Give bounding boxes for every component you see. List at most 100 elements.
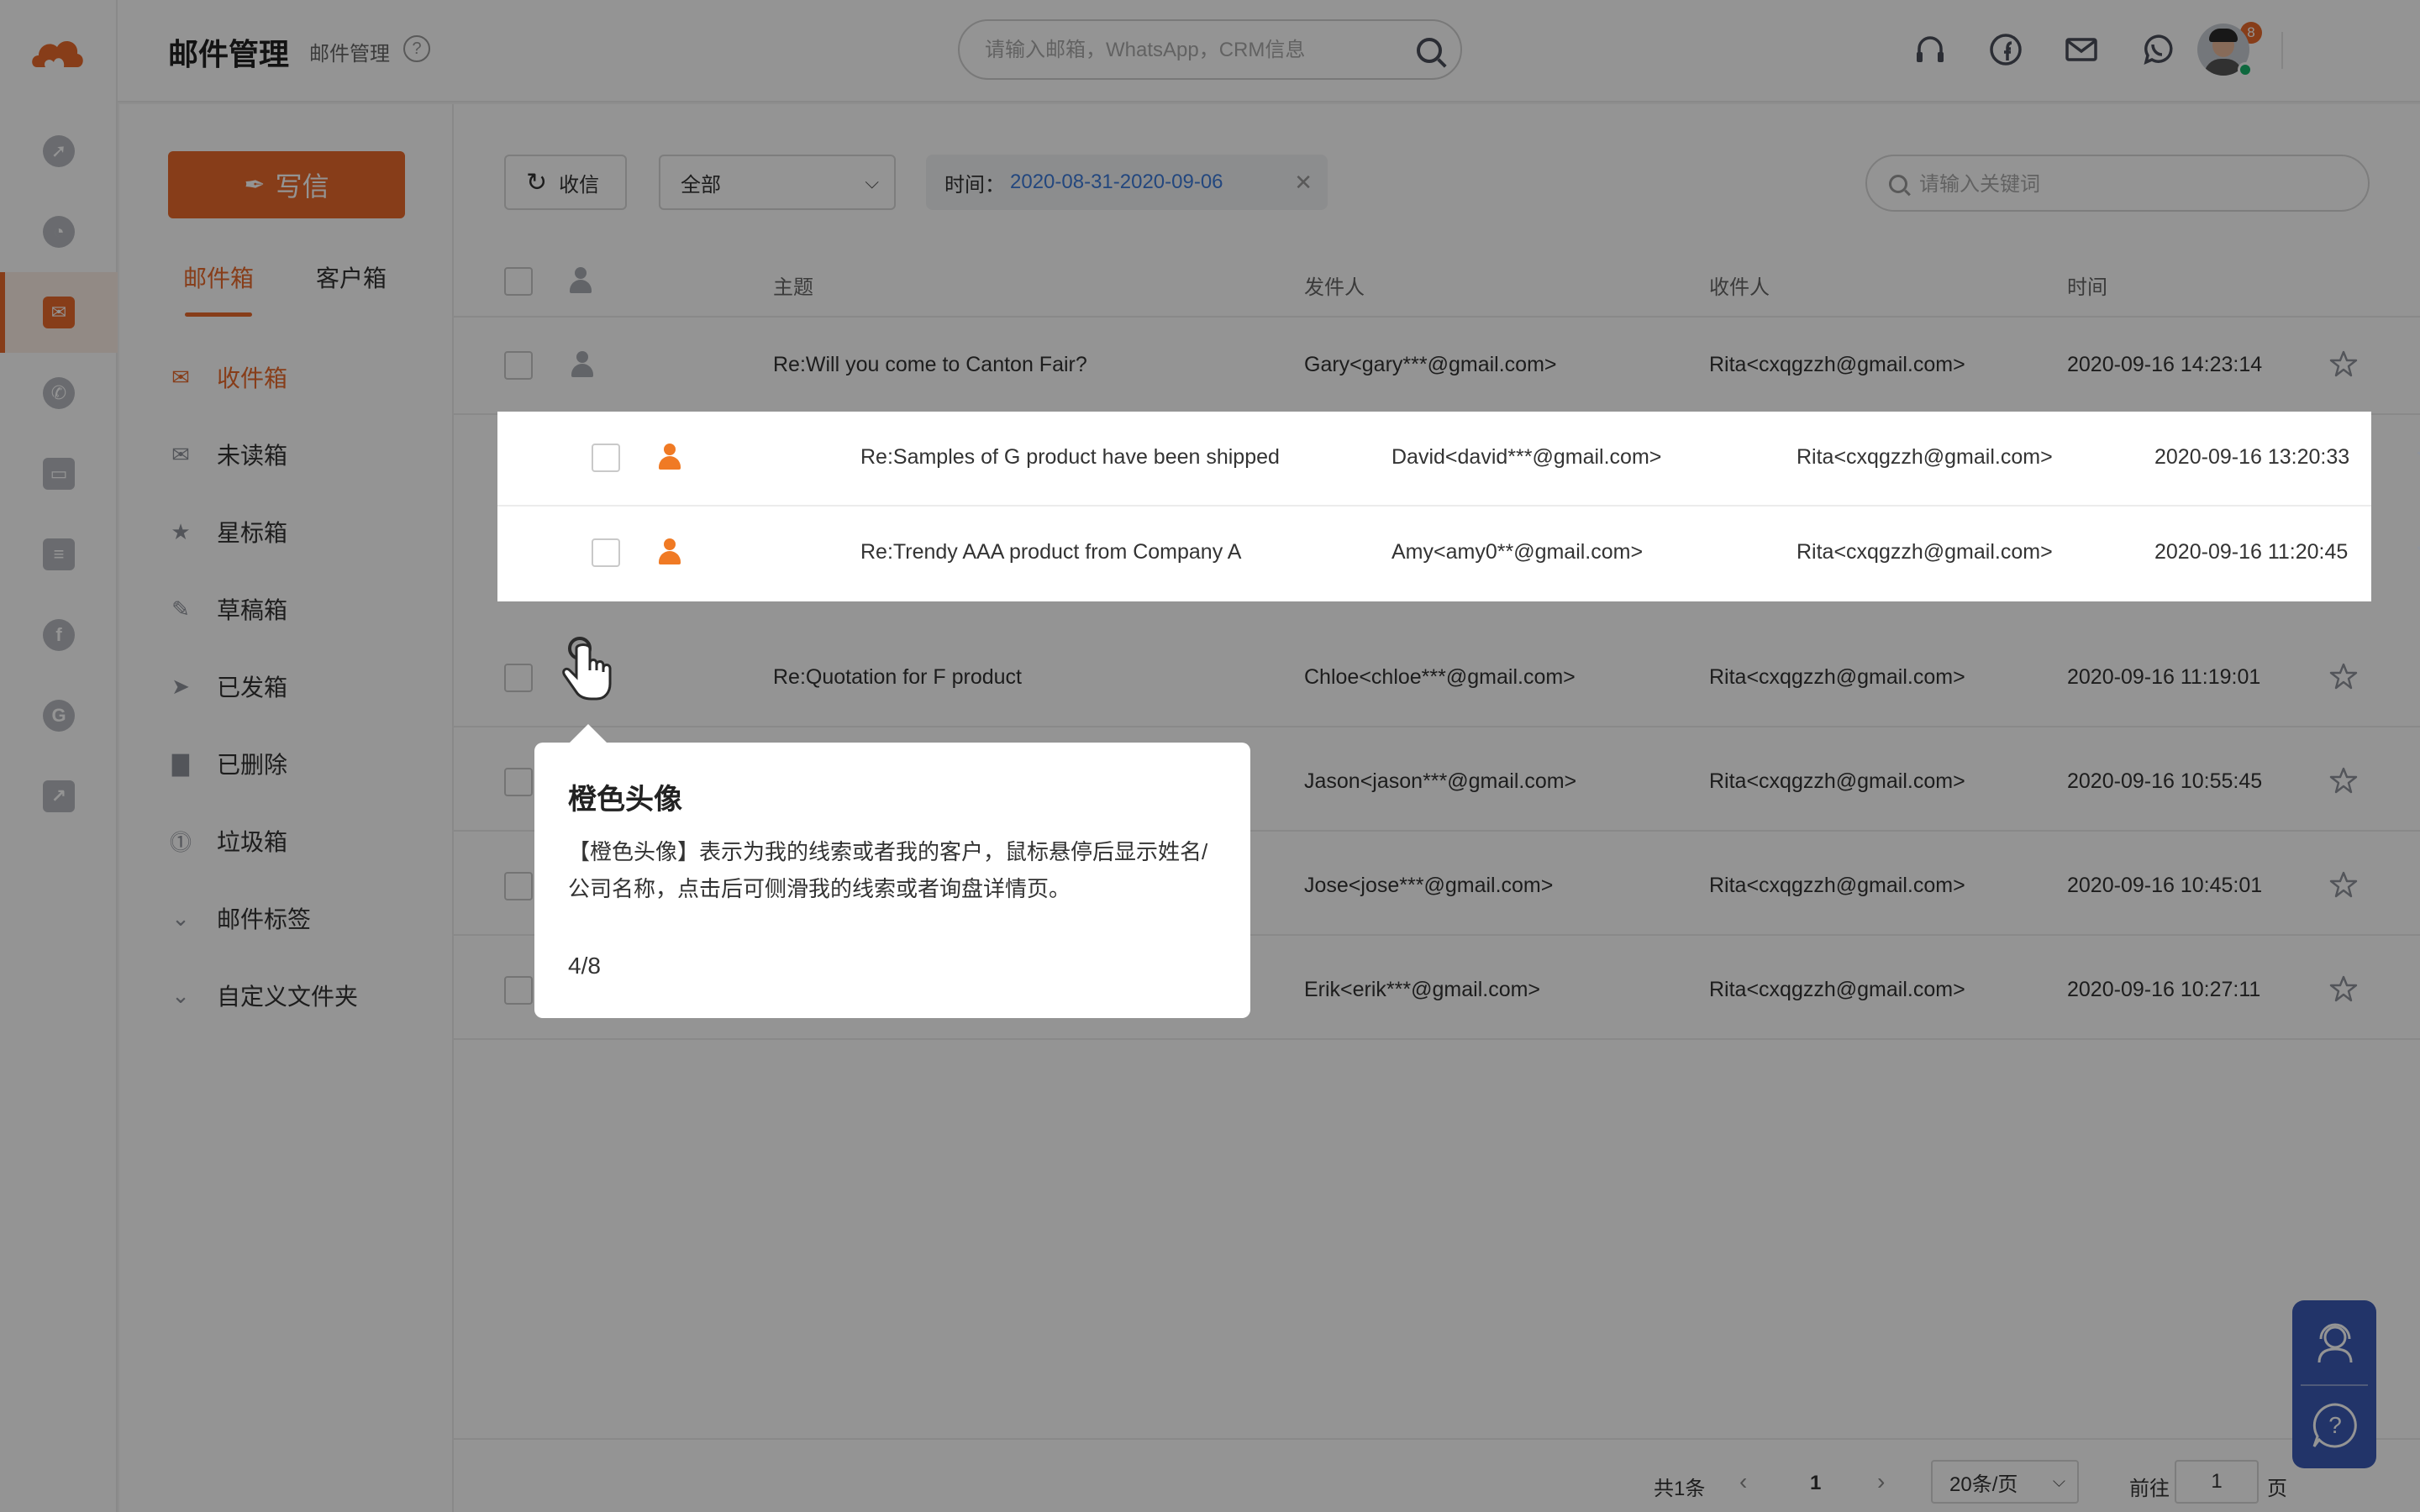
svg-text:?: ? — [2328, 1412, 2342, 1438]
row-checkbox[interactable] — [592, 538, 620, 567]
table-row[interactable]: Re:Will you come to Canton Fair? Gary<gar… — [454, 319, 2420, 415]
tooltip-step-counter: 4/8 — [568, 953, 601, 979]
receive-mail-button[interactable]: ↻ 收信 — [504, 155, 627, 210]
prev-page-icon[interactable]: ‹ — [1739, 1468, 1747, 1495]
row-checkbox[interactable] — [504, 351, 533, 380]
row-recipient: Rita<cxqgzzh@gmail.com> — [1797, 540, 2053, 564]
search-icon[interactable] — [1417, 38, 1442, 63]
google-icon: G — [43, 700, 75, 732]
folder-label: 已删除 — [217, 752, 288, 778]
star-icon[interactable] — [2329, 870, 2358, 899]
star-icon[interactable] — [2329, 662, 2358, 690]
hand-pointer-icon — [562, 637, 612, 701]
row-recipient: Rita<cxqgzzh@gmail.com> — [1709, 353, 1965, 376]
row-recipient: Rita<cxqgzzh@gmail.com> — [1797, 445, 2053, 469]
online-status-dot — [2238, 62, 2253, 77]
page-size-select[interactable]: 20条/页 ⌵ — [1931, 1460, 2079, 1504]
close-icon[interactable]: ✕ — [1294, 170, 1313, 196]
folder-unread[interactable]: ✉ 未读箱 — [168, 433, 287, 475]
tour-tooltip: 橙色头像 【橙色头像】表示为我的线索或者我的客户，鼠标悬停后显示姓名/公司名称，… — [534, 724, 1250, 1018]
current-page[interactable]: 1 — [1810, 1472, 1821, 1495]
help-question-icon[interactable]: ? — [2309, 1399, 2361, 1452]
facebook-icon[interactable] — [1988, 32, 2023, 67]
select-all-checkbox[interactable] — [504, 267, 533, 296]
nav-messages[interactable]: ≡ — [0, 514, 118, 595]
star-icon[interactable] — [2329, 349, 2358, 378]
row-subject[interactable]: Re:Will you come to Canton Fair? — [773, 353, 1087, 377]
table-row[interactable]: Re:Trendy AAA product from Company A Amy<… — [497, 507, 2420, 601]
row-recipient: Rita<cxqgzzh@gmail.com> — [1709, 769, 1965, 793]
star-icon[interactable] — [2417, 537, 2420, 565]
nav-dashboard[interactable]: ➚ — [0, 111, 118, 192]
nav-google[interactable]: G — [0, 675, 118, 756]
whatsapp-icon[interactable] — [2139, 32, 2175, 67]
folder-sent[interactable]: ➤ 已发箱 — [168, 665, 287, 707]
folder-inbox[interactable]: ✉ 收件箱 — [168, 356, 287, 398]
nav-analytics[interactable]: ↗ — [0, 756, 118, 837]
column-time[interactable]: 时间 — [2067, 270, 2107, 300]
folder-starred[interactable]: ★ 星标箱 — [168, 511, 287, 553]
table-row[interactable]: Re:Samples of G product have been shippe… — [497, 412, 2420, 507]
floating-support-widget[interactable]: ? — [2292, 1300, 2376, 1468]
row-checkbox[interactable] — [504, 872, 533, 900]
time-filter-value: 2020-08-31-2020-09-06 — [1010, 171, 1223, 193]
star-icon[interactable] — [2329, 974, 2358, 1003]
row-checkbox[interactable] — [504, 976, 533, 1005]
mail-filter-select[interactable]: 全部 ⌵ — [659, 155, 896, 210]
nav-facebook[interactable]: f — [0, 595, 118, 675]
column-subject[interactable]: 主题 — [773, 270, 813, 300]
refresh-icon: ↻ — [526, 168, 548, 197]
mail-icon: ✉ — [43, 297, 75, 328]
unread-mail-icon: ✉ — [171, 441, 190, 467]
row-sender: Jason<jason***@gmail.com> — [1304, 769, 1577, 793]
row-checkbox[interactable] — [504, 664, 533, 692]
row-sender: Amy<amy0**@gmail.com> — [1392, 540, 1644, 564]
row-time: 2020-09-16 10:27:11 — [2067, 978, 2261, 1001]
nav-reports[interactable]: ◔ — [0, 192, 118, 272]
mailbox-tabs: 邮件箱 客户箱 — [168, 260, 412, 317]
orange-contact-avatar-icon[interactable] — [657, 538, 682, 565]
goto-page-input[interactable]: 1 — [2175, 1460, 2259, 1504]
star-icon[interactable] — [2329, 766, 2358, 795]
table-row[interactable]: Re:Quotation for F product Chloe<chloe***… — [454, 632, 2420, 727]
nav-files[interactable]: ▭ — [0, 433, 118, 514]
filter-value: 全部 — [681, 173, 721, 197]
tab-customer-box[interactable]: 客户箱 — [316, 260, 387, 294]
keyword-search[interactable] — [1865, 155, 2370, 212]
row-subject[interactable]: Re:Trendy AAA product from Company A — [860, 540, 1241, 564]
folder-custom[interactable]: ⌄ 自定义文件夹 — [168, 974, 358, 1016]
compose-button[interactable]: ✒ 写信 — [168, 151, 405, 218]
folder-deleted[interactable]: ▇ 已删除 — [168, 743, 287, 785]
app-logo-icon[interactable] — [29, 30, 86, 77]
row-time: 2020-09-16 13:20:33 — [2154, 445, 2350, 469]
row-subject[interactable]: Re:Samples of G product have been shippe… — [860, 445, 1280, 470]
global-search-input[interactable] — [985, 36, 1405, 65]
goto-label: 前往 — [2129, 1478, 2170, 1500]
chevron-down-icon: ⌵ — [2052, 1472, 2065, 1491]
folder-label: 星标箱 — [217, 520, 288, 546]
row-checkbox[interactable] — [592, 444, 620, 472]
customer-service-icon[interactable] — [2311, 1317, 2360, 1366]
time-filter-chip[interactable]: 时间： 2020-08-31-2020-09-06 ✕ — [926, 155, 1328, 210]
column-recipient[interactable]: 收件人 — [1709, 270, 1770, 300]
keyword-search-input[interactable] — [1919, 171, 2339, 198]
row-sender: Jose<jose***@gmail.com> — [1304, 874, 1554, 897]
nav-mail[interactable]: ✉ — [0, 272, 118, 353]
folder-spam[interactable]: ⓵ 垃圾箱 — [168, 820, 287, 862]
folder-drafts[interactable]: ✎ 草稿箱 — [168, 588, 287, 630]
star-icon[interactable] — [2417, 442, 2420, 470]
help-icon[interactable]: ? — [403, 35, 430, 62]
folder-labels[interactable]: ⌄ 邮件标签 — [168, 897, 311, 939]
tab-mailbox[interactable]: 邮件箱 — [183, 260, 254, 317]
mail-icon[interactable] — [2064, 32, 2099, 67]
nav-phone[interactable]: ✆ — [0, 353, 118, 433]
global-search[interactable] — [958, 19, 1462, 80]
paper-plane-icon: ➤ — [171, 673, 190, 699]
headset-icon[interactable] — [1912, 32, 1948, 67]
next-page-icon[interactable]: › — [1877, 1468, 1885, 1495]
row-checkbox[interactable] — [504, 768, 533, 796]
orange-contact-avatar-icon[interactable] — [657, 444, 682, 470]
column-sender[interactable]: 发件人 — [1304, 270, 1365, 300]
mail-folder-sidebar: ✒ 写信 邮件箱 客户箱 ✉ 收件箱 ✉ 未读箱 ★ 星标箱 ✎ 草稿箱 ➤ 已发箱 ▇ 已… — [119, 104, 454, 1512]
row-subject[interactable]: Re:Quotation for F product — [773, 665, 1022, 690]
